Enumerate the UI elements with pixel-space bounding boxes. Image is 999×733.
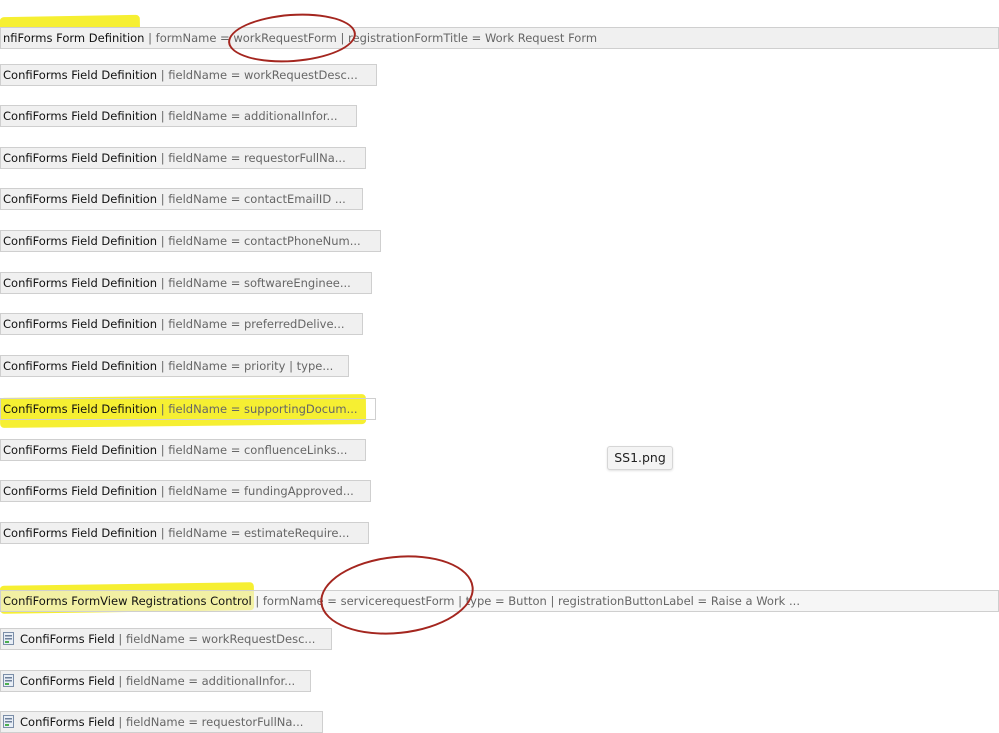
field-definition-macro[interactable]: ConfiForms Field Definition | fieldName … bbox=[0, 439, 366, 461]
macro-name: ConfiForms Field Definition bbox=[3, 192, 158, 206]
field-definition-macro[interactable]: ConfiForms Field Definition | fieldName … bbox=[0, 480, 371, 502]
macro-params: | fieldName = requestorFullNa... bbox=[157, 151, 346, 165]
macro-name: ConfiForms FormView Registrations Contro… bbox=[3, 594, 252, 608]
macro-name: ConfiForms Field Definition bbox=[3, 276, 158, 290]
field-definition-macro[interactable]: ConfiForms Field Definition | fieldName … bbox=[0, 105, 357, 127]
field-definition-macro[interactable]: ConfiForms Field Definition | fieldName … bbox=[0, 313, 363, 335]
form-field-icon bbox=[3, 632, 14, 645]
field-definition-macro[interactable]: ConfiForms Field Definition | fieldName … bbox=[0, 355, 349, 377]
field-definition-macro[interactable]: ConfiForms Field Definition | fieldName … bbox=[0, 64, 377, 86]
macro-name: ConfiForms Field Definition bbox=[3, 151, 158, 165]
form-field-icon bbox=[3, 715, 14, 728]
macro-params: | fieldName = preferredDelive... bbox=[157, 317, 345, 331]
macro-params: | fieldName = additionalInfor... bbox=[157, 109, 338, 123]
macro-name: ConfiForms Field Definition bbox=[3, 443, 158, 457]
macro-params: | fieldName = requestorFullNa... bbox=[114, 715, 304, 729]
macro-name: ConfiForms Field bbox=[20, 632, 115, 646]
macro-name: ConfiForms Field Definition bbox=[3, 68, 158, 82]
macro-params: | fieldName = additionalInfor... bbox=[114, 674, 296, 688]
macro-params: | fieldName = priority | type... bbox=[157, 359, 334, 373]
field-definition-macro[interactable]: ConfiForms Field Definition | fieldName … bbox=[0, 147, 366, 169]
macro-name: ConfiForms Field Definition bbox=[3, 359, 158, 373]
field-macro[interactable]: ConfiForms Field | fieldName = additiona… bbox=[0, 670, 311, 692]
macro-name: ConfiForms Field Definition bbox=[3, 526, 158, 540]
field-definition-macro[interactable]: ConfiForms Field Definition | fieldName … bbox=[0, 188, 363, 210]
macro-name: ConfiForms Field Definition bbox=[3, 402, 158, 416]
filename-label: SS1.png bbox=[607, 446, 673, 470]
macro-name: ConfiForms Field Definition bbox=[3, 484, 158, 498]
macro-params: | fieldName = estimateRequire... bbox=[157, 526, 350, 540]
form-field-icon bbox=[3, 674, 14, 687]
macro-params: | formName = workRequestForm | registrat… bbox=[144, 31, 598, 45]
macro-name: ConfiForms Field bbox=[20, 715, 115, 729]
macro-name: nfiForms Form Definition bbox=[3, 31, 145, 45]
macro-params: | fieldName = supportingDocum... bbox=[157, 402, 358, 416]
field-definition-macro[interactable]: ConfiForms Field Definition | fieldName … bbox=[0, 272, 372, 294]
field-definition-macro[interactable]: ConfiForms Field Definition | fieldName … bbox=[0, 398, 376, 420]
form-definition-macro[interactable]: nfiForms Form Definition | formName = wo… bbox=[0, 27, 999, 49]
field-macro[interactable]: ConfiForms Field | fieldName = workReque… bbox=[0, 628, 332, 650]
macro-params: | formName = servicerequestForm | type =… bbox=[251, 594, 800, 608]
field-macro[interactable]: ConfiForms Field | fieldName = requestor… bbox=[0, 711, 323, 733]
macro-name: ConfiForms Field bbox=[20, 674, 115, 688]
macro-params: | fieldName = confluenceLinks... bbox=[157, 443, 348, 457]
macro-params: | fieldName = contactEmailID ... bbox=[157, 192, 346, 206]
macro-name: ConfiForms Field Definition bbox=[3, 317, 158, 331]
macro-params: | fieldName = workRequestDesc... bbox=[157, 68, 358, 82]
field-definition-macro[interactable]: ConfiForms Field Definition | fieldName … bbox=[0, 522, 369, 544]
macro-params: | fieldName = fundingApproved... bbox=[157, 484, 354, 498]
field-definition-macro[interactable]: ConfiForms Field Definition | fieldName … bbox=[0, 230, 381, 252]
macro-name: ConfiForms Field Definition bbox=[3, 109, 158, 123]
macro-params: | fieldName = workRequestDesc... bbox=[114, 632, 316, 646]
macro-params: | fieldName = softwareEnginee... bbox=[157, 276, 351, 290]
macro-params: | fieldName = contactPhoneNum... bbox=[157, 234, 361, 248]
registrations-control-macro[interactable]: ConfiForms FormView Registrations Contro… bbox=[0, 590, 999, 612]
macro-name: ConfiForms Field Definition bbox=[3, 234, 158, 248]
